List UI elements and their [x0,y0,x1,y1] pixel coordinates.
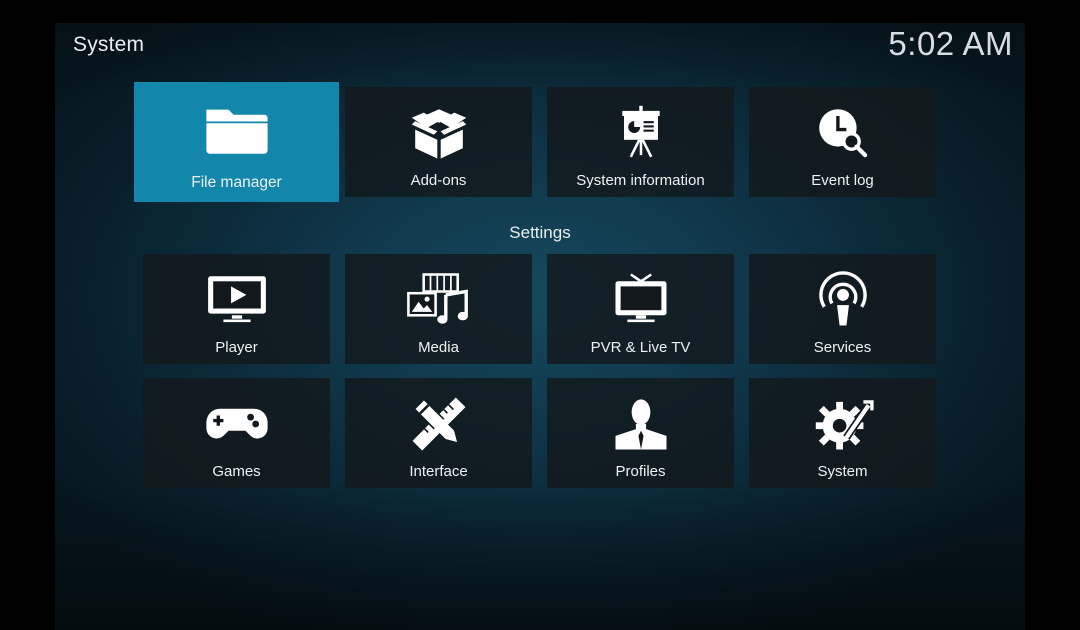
tile-system[interactable]: System [749,378,936,488]
tile-services[interactable]: Services [749,254,936,364]
gamepad-icon [201,394,273,454]
pencil-ruler-icon [403,394,475,454]
tile-pvr-live-tv[interactable]: PVR & Live TV [547,254,734,364]
folder-icon [201,100,273,160]
tile-add-ons[interactable]: Add-ons [345,87,532,197]
open-box-icon [403,103,475,163]
media-filmstrip-music-icon [403,270,475,330]
tile-label: Games [212,463,261,480]
tile-label: Services [813,339,872,356]
person-silhouette-icon [605,394,677,454]
tile-label: System [817,463,868,480]
tile-label: Event log [811,172,874,189]
tv-antenna-icon [605,270,677,330]
tile-profiles[interactable]: Profiles [547,378,734,488]
tile-label: Profiles [615,463,666,480]
tile-label: Add-ons [410,172,467,189]
gear-wrench-icon [807,394,879,454]
tile-label: File manager [191,174,282,191]
settings-heading: Settings [509,223,571,242]
tile-interface[interactable]: Interface [345,378,532,488]
tile-event-log[interactable]: Event log [749,87,936,197]
tile-label: Media [418,339,459,356]
clock: 5:02 AM [888,25,1013,62]
kodi-screen: System 5:02 AM File manager Add-ons Syst… [55,23,1025,630]
tile-label: System information [576,172,705,189]
tile-label: Player [215,339,258,356]
tile-player[interactable]: Player [143,254,330,364]
tile-label: Interface [409,463,468,480]
presentation-board-icon [605,103,677,163]
tile-label: PVR & Live TV [590,339,691,356]
broadcast-podcast-icon [807,270,879,330]
monitor-play-icon [201,270,273,330]
tile-media[interactable]: Media [345,254,532,364]
tile-system-information[interactable]: System information [547,87,734,197]
tile-games[interactable]: Games [143,378,330,488]
tile-file-manager[interactable]: File manager [134,82,339,202]
clock-search-icon [807,103,879,163]
page-title: System [73,33,145,56]
